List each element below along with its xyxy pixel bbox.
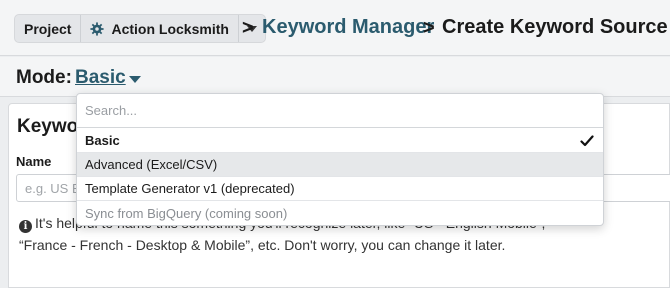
mode-dropdown: Basic Advanced (Excel/CSV) Template Gene…	[76, 93, 604, 226]
breadcrumb-bar: Project Action Locksmith > Keyword Manag…	[0, 0, 670, 56]
checkmark-icon	[580, 134, 594, 148]
mode-label: Mode:	[16, 67, 72, 88]
mode-selector[interactable]: Basic	[75, 67, 126, 89]
project-name: Action Locksmith	[111, 20, 229, 37]
project-label: Project	[24, 20, 72, 37]
option-label: Sync from BigQuery (coming soon)	[85, 205, 288, 221]
chevron-down-icon[interactable]	[129, 76, 141, 83]
dropdown-search-input[interactable]	[77, 94, 603, 128]
option-bigquery: Sync from BigQuery (coming soon)	[77, 201, 603, 225]
breadcrumb-separator: >	[242, 17, 254, 39]
option-label: Advanced (Excel/CSV)	[85, 157, 218, 172]
option-advanced[interactable]: Advanced (Excel/CSV)	[77, 153, 603, 177]
option-label: Template Generator v1 (deprecated)	[85, 181, 295, 196]
option-template-generator[interactable]: Template Generator v1 (deprecated)	[77, 177, 603, 201]
mode-bar: Mode: Basic	[0, 57, 670, 97]
page-title: Create Keyword Source	[442, 16, 668, 38]
gear-icon	[90, 21, 105, 36]
name-label: Name	[16, 154, 52, 169]
keyword-manager-link[interactable]: Keyword Manager	[262, 16, 434, 39]
project-selector: Project Action Locksmith	[14, 14, 266, 43]
breadcrumb-separator: >	[423, 17, 435, 39]
option-label: Basic	[85, 133, 120, 148]
info-icon: i	[19, 220, 32, 233]
project-label-button[interactable]: Project	[15, 15, 82, 42]
project-name-button[interactable]: Action Locksmith	[81, 15, 239, 42]
option-basic[interactable]: Basic	[77, 129, 603, 153]
